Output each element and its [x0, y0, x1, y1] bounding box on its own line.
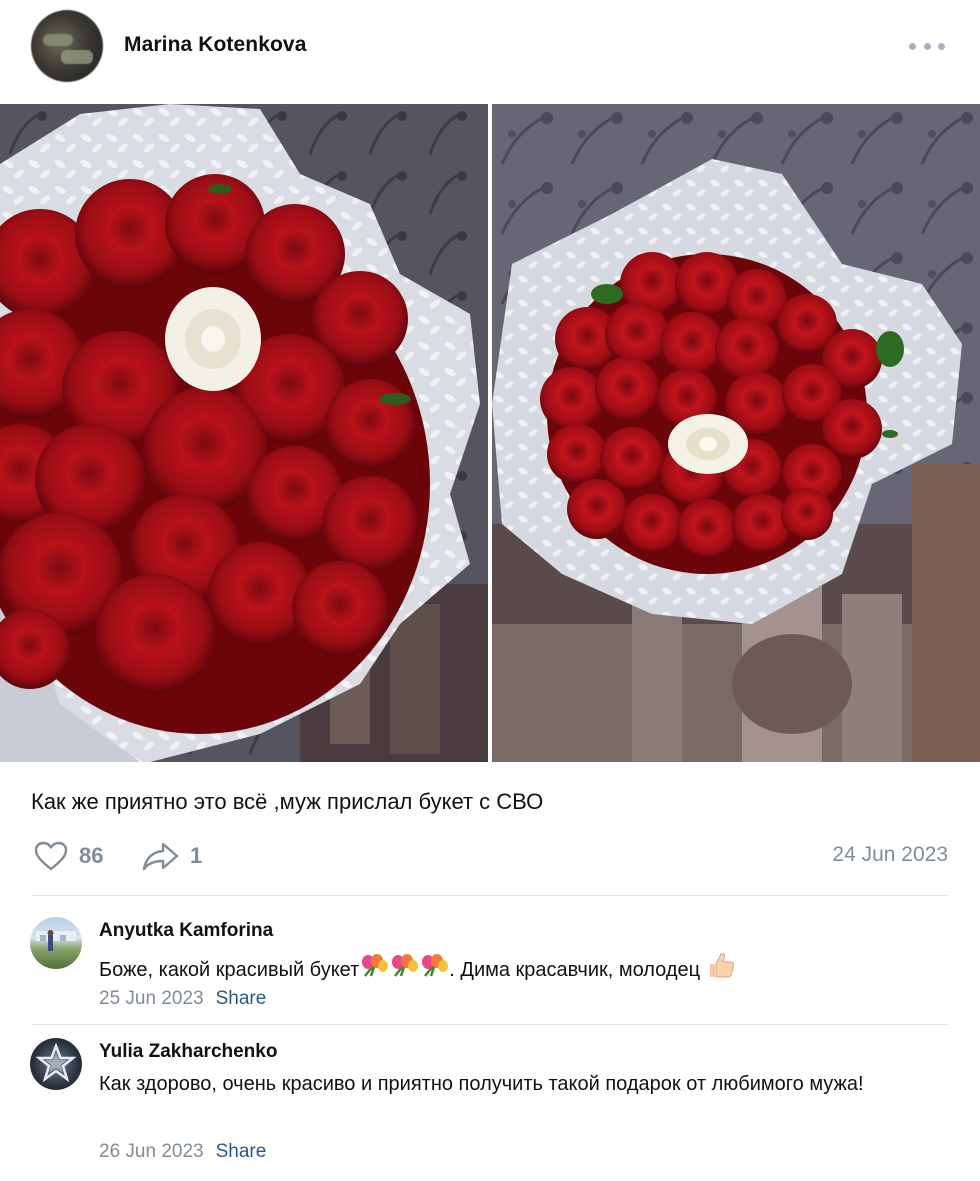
commenter-name[interactable]: Yulia Zakharchenko [99, 1041, 277, 1063]
tulips-emoji-icon [389, 952, 419, 989]
share-button[interactable]: 1 [142, 838, 212, 874]
comment-share-link[interactable]: Share [216, 1141, 267, 1162]
commenter-avatar[interactable] [30, 917, 82, 969]
avatar-image [35, 1042, 77, 1083]
divider [31, 1024, 949, 1025]
share-count: 1 [190, 843, 203, 868]
avatar-image [36, 930, 76, 951]
thumbs-up-emoji-icon [706, 950, 736, 989]
author-name[interactable]: Marina Kotenkova [124, 33, 306, 57]
comment-meta: 26 Jun 2023 Share [99, 1141, 266, 1163]
comment-text: Как здорово, очень красиво и приятно пол… [99, 1073, 864, 1095]
dot [909, 42, 916, 50]
avatar-blur-detail [61, 50, 93, 64]
like-count: 86 [79, 843, 104, 868]
tulips-emoji-icon [419, 952, 449, 989]
author-avatar[interactable] [31, 10, 103, 82]
comment-text: Боже, какой красивый букет . Дима красавч… [99, 950, 736, 989]
heart-icon [34, 841, 68, 871]
more-options-icon[interactable] [909, 36, 945, 56]
share-arrow-icon [142, 842, 179, 871]
post-header: Marina Kotenkova [0, 0, 980, 95]
divider [31, 895, 949, 896]
post-caption: Как же приятно это всё ,муж прислал буке… [31, 789, 544, 814]
comment-text-part: Боже, какой красивый букет [99, 959, 360, 981]
comment-meta: 25 Jun 2023 Share [99, 988, 266, 1010]
post-photo-2[interactable] [492, 104, 980, 762]
post-date[interactable]: 24 Jun 2023 [832, 843, 948, 867]
like-button[interactable]: 86 [33, 838, 113, 874]
tulips-emoji-icon [359, 952, 389, 989]
dot [923, 42, 931, 50]
post-photo-1[interactable] [0, 104, 488, 762]
dot [938, 42, 945, 50]
comment-share-link[interactable]: Share [216, 988, 267, 1009]
bouquet-image [492, 104, 980, 762]
comment-date[interactable]: 26 Jun 2023 [99, 1141, 204, 1162]
commenter-name[interactable]: Anyutka Kamforina [99, 920, 273, 942]
avatar-blur-detail [43, 34, 73, 46]
comment-date[interactable]: 25 Jun 2023 [99, 988, 204, 1009]
comment-text-part: . Дима красавчик, молодец [449, 959, 701, 981]
commenter-avatar[interactable] [30, 1038, 82, 1090]
bouquet-image [0, 104, 488, 762]
